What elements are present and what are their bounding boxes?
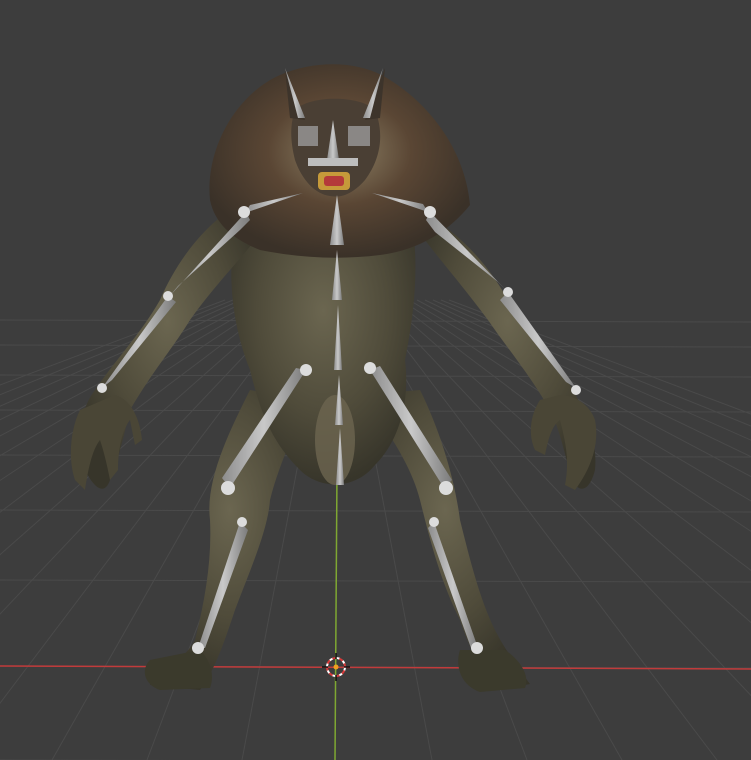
joint-shin-left[interactable] [237, 517, 247, 527]
mouth-inner [324, 176, 344, 186]
joint-shoulder-left[interactable] [238, 206, 250, 218]
joint-shin-right[interactable] [429, 517, 439, 527]
joint-elbow-right[interactable] [503, 287, 513, 297]
joint-wrist-left[interactable] [97, 383, 107, 393]
joint-elbow-left[interactable] [163, 291, 173, 301]
grid-line [424, 299, 751, 458]
bone-face-right[interactable] [348, 126, 370, 146]
z-axis-line [334, 469, 338, 760]
joint-knee-left[interactable] [221, 481, 235, 495]
grid-line [0, 509, 751, 513]
belly-fur [315, 395, 355, 485]
3d-viewport[interactable] [0, 0, 751, 760]
right-foot [458, 650, 527, 692]
joint-hip-right[interactable] [364, 362, 376, 374]
grid-line [416, 299, 751, 478]
grid-line [0, 579, 751, 583]
joint-shoulder-right[interactable] [424, 206, 436, 218]
bone-jaw[interactable] [308, 158, 358, 166]
3d-cursor-icon[interactable] [322, 653, 350, 681]
bone-face-left[interactable] [298, 126, 318, 146]
joint-hip-left[interactable] [300, 364, 312, 376]
grid-line [448, 299, 751, 415]
joint-wrist-right[interactable] [571, 385, 581, 395]
left-foot [144, 650, 212, 690]
joint-knee-right[interactable] [439, 481, 453, 495]
joint-ankle-right[interactable] [471, 642, 483, 654]
joint-ankle-left[interactable] [192, 642, 204, 654]
